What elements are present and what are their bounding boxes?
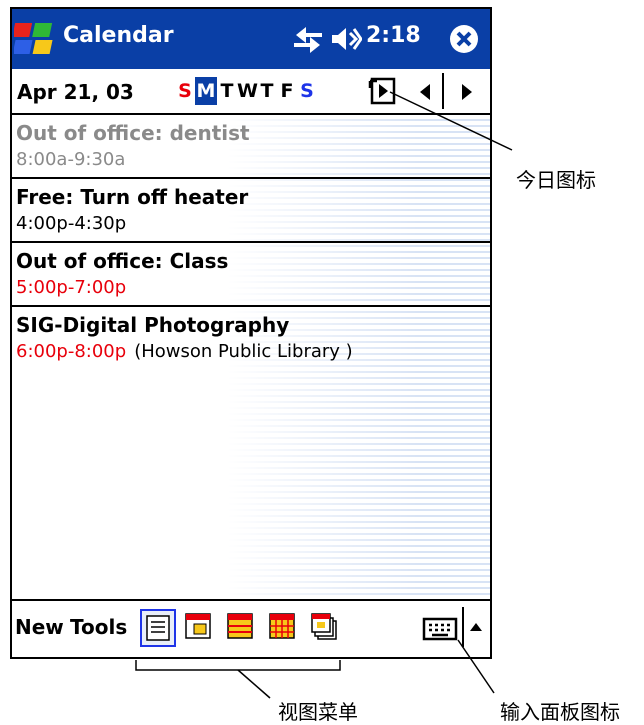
callout-today-icon-label: 今日图标 [516, 168, 596, 192]
callout-lines [135, 91, 513, 699]
